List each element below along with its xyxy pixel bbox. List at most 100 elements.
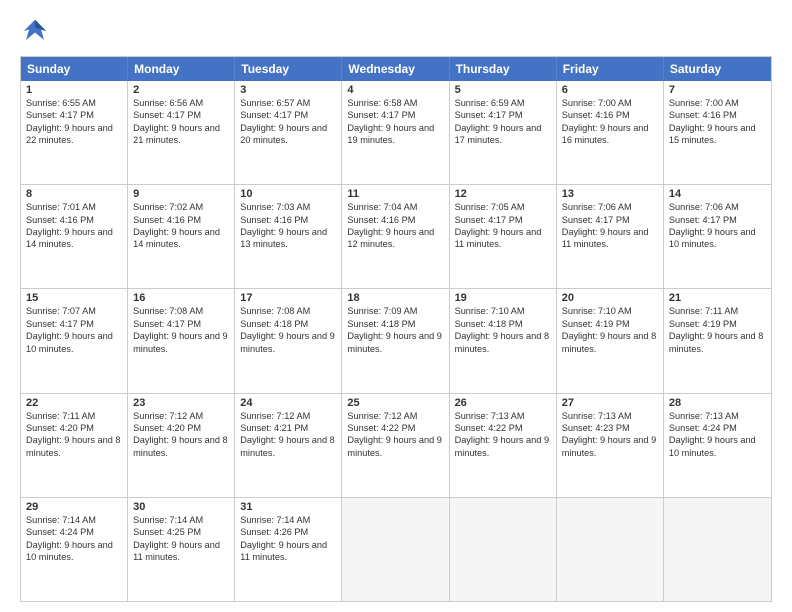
day-info: Sunrise: 7:06 AM Sunset: 4:17 PM Dayligh… <box>669 201 766 251</box>
day-cell-8: 8 Sunrise: 7:01 AM Sunset: 4:16 PM Dayli… <box>21 185 128 288</box>
calendar-body: 1 Sunrise: 6:55 AM Sunset: 4:17 PM Dayli… <box>21 81 771 601</box>
day-cell-2: 2 Sunrise: 6:56 AM Sunset: 4:17 PM Dayli… <box>128 81 235 184</box>
day-info: Sunrise: 6:57 AM Sunset: 4:17 PM Dayligh… <box>240 97 336 147</box>
day-cell-26: 26 Sunrise: 7:13 AM Sunset: 4:22 PM Dayl… <box>450 394 557 497</box>
day-info: Sunrise: 7:08 AM Sunset: 4:17 PM Dayligh… <box>133 305 229 355</box>
day-number: 12 <box>455 188 551 200</box>
week-row-4: 29 Sunrise: 7:14 AM Sunset: 4:24 PM Dayl… <box>21 497 771 601</box>
day-cell-19: 19 Sunrise: 7:10 AM Sunset: 4:18 PM Dayl… <box>450 289 557 392</box>
day-cell-20: 20 Sunrise: 7:10 AM Sunset: 4:19 PM Dayl… <box>557 289 664 392</box>
day-number: 2 <box>133 84 229 96</box>
day-number: 6 <box>562 84 658 96</box>
day-number: 30 <box>133 501 229 513</box>
day-cell-25: 25 Sunrise: 7:12 AM Sunset: 4:22 PM Dayl… <box>342 394 449 497</box>
day-number: 27 <box>562 397 658 409</box>
day-number: 16 <box>133 292 229 304</box>
day-cell-14: 14 Sunrise: 7:06 AM Sunset: 4:17 PM Dayl… <box>664 185 771 288</box>
day-header-tuesday: Tuesday <box>235 57 342 81</box>
day-cell-30: 30 Sunrise: 7:14 AM Sunset: 4:25 PM Dayl… <box>128 498 235 601</box>
day-header-friday: Friday <box>557 57 664 81</box>
day-cell-10: 10 Sunrise: 7:03 AM Sunset: 4:16 PM Dayl… <box>235 185 342 288</box>
day-info: Sunrise: 7:01 AM Sunset: 4:16 PM Dayligh… <box>26 201 122 251</box>
day-number: 19 <box>455 292 551 304</box>
day-info: Sunrise: 7:04 AM Sunset: 4:16 PM Dayligh… <box>347 201 443 251</box>
day-cell-23: 23 Sunrise: 7:12 AM Sunset: 4:20 PM Dayl… <box>128 394 235 497</box>
day-info: Sunrise: 7:14 AM Sunset: 4:24 PM Dayligh… <box>26 514 122 564</box>
day-cell-6: 6 Sunrise: 7:00 AM Sunset: 4:16 PM Dayli… <box>557 81 664 184</box>
empty-cell <box>557 498 664 601</box>
day-info: Sunrise: 7:06 AM Sunset: 4:17 PM Dayligh… <box>562 201 658 251</box>
day-header-sunday: Sunday <box>21 57 128 81</box>
day-info: Sunrise: 7:14 AM Sunset: 4:26 PM Dayligh… <box>240 514 336 564</box>
day-info: Sunrise: 7:10 AM Sunset: 4:19 PM Dayligh… <box>562 305 658 355</box>
day-info: Sunrise: 7:13 AM Sunset: 4:23 PM Dayligh… <box>562 410 658 460</box>
day-cell-4: 4 Sunrise: 6:58 AM Sunset: 4:17 PM Dayli… <box>342 81 449 184</box>
day-cell-29: 29 Sunrise: 7:14 AM Sunset: 4:24 PM Dayl… <box>21 498 128 601</box>
day-cell-7: 7 Sunrise: 7:00 AM Sunset: 4:16 PM Dayli… <box>664 81 771 184</box>
day-info: Sunrise: 7:11 AM Sunset: 4:20 PM Dayligh… <box>26 410 122 460</box>
day-number: 3 <box>240 84 336 96</box>
empty-cell <box>664 498 771 601</box>
day-info: Sunrise: 6:58 AM Sunset: 4:17 PM Dayligh… <box>347 97 443 147</box>
day-header-saturday: Saturday <box>664 57 771 81</box>
day-number: 4 <box>347 84 443 96</box>
day-number: 10 <box>240 188 336 200</box>
day-number: 7 <box>669 84 766 96</box>
day-number: 11 <box>347 188 443 200</box>
day-number: 28 <box>669 397 766 409</box>
day-info: Sunrise: 6:55 AM Sunset: 4:17 PM Dayligh… <box>26 97 122 147</box>
day-number: 15 <box>26 292 122 304</box>
day-cell-9: 9 Sunrise: 7:02 AM Sunset: 4:16 PM Dayli… <box>128 185 235 288</box>
day-number: 26 <box>455 397 551 409</box>
day-number: 17 <box>240 292 336 304</box>
week-row-0: 1 Sunrise: 6:55 AM Sunset: 4:17 PM Dayli… <box>21 81 771 184</box>
day-info: Sunrise: 7:12 AM Sunset: 4:20 PM Dayligh… <box>133 410 229 460</box>
day-info: Sunrise: 7:02 AM Sunset: 4:16 PM Dayligh… <box>133 201 229 251</box>
day-info: Sunrise: 7:00 AM Sunset: 4:16 PM Dayligh… <box>669 97 766 147</box>
day-number: 23 <box>133 397 229 409</box>
day-info: Sunrise: 7:09 AM Sunset: 4:18 PM Dayligh… <box>347 305 443 355</box>
week-row-2: 15 Sunrise: 7:07 AM Sunset: 4:17 PM Dayl… <box>21 288 771 392</box>
day-cell-22: 22 Sunrise: 7:11 AM Sunset: 4:20 PM Dayl… <box>21 394 128 497</box>
day-number: 22 <box>26 397 122 409</box>
day-cell-31: 31 Sunrise: 7:14 AM Sunset: 4:26 PM Dayl… <box>235 498 342 601</box>
day-number: 8 <box>26 188 122 200</box>
day-number: 31 <box>240 501 336 513</box>
week-row-3: 22 Sunrise: 7:11 AM Sunset: 4:20 PM Dayl… <box>21 393 771 497</box>
empty-cell <box>342 498 449 601</box>
logo-icon <box>20 16 50 46</box>
day-cell-1: 1 Sunrise: 6:55 AM Sunset: 4:17 PM Dayli… <box>21 81 128 184</box>
day-number: 29 <box>26 501 122 513</box>
day-info: Sunrise: 7:10 AM Sunset: 4:18 PM Dayligh… <box>455 305 551 355</box>
day-info: Sunrise: 7:03 AM Sunset: 4:16 PM Dayligh… <box>240 201 336 251</box>
page: SundayMondayTuesdayWednesdayThursdayFrid… <box>0 0 792 612</box>
day-header-wednesday: Wednesday <box>342 57 449 81</box>
day-info: Sunrise: 7:08 AM Sunset: 4:18 PM Dayligh… <box>240 305 336 355</box>
day-number: 13 <box>562 188 658 200</box>
week-row-1: 8 Sunrise: 7:01 AM Sunset: 4:16 PM Dayli… <box>21 184 771 288</box>
calendar-header: SundayMondayTuesdayWednesdayThursdayFrid… <box>21 57 771 81</box>
day-cell-16: 16 Sunrise: 7:08 AM Sunset: 4:17 PM Dayl… <box>128 289 235 392</box>
day-cell-15: 15 Sunrise: 7:07 AM Sunset: 4:17 PM Dayl… <box>21 289 128 392</box>
day-info: Sunrise: 7:12 AM Sunset: 4:22 PM Dayligh… <box>347 410 443 460</box>
day-info: Sunrise: 7:12 AM Sunset: 4:21 PM Dayligh… <box>240 410 336 460</box>
day-info: Sunrise: 7:13 AM Sunset: 4:22 PM Dayligh… <box>455 410 551 460</box>
calendar: SundayMondayTuesdayWednesdayThursdayFrid… <box>20 56 772 602</box>
day-cell-5: 5 Sunrise: 6:59 AM Sunset: 4:17 PM Dayli… <box>450 81 557 184</box>
day-number: 9 <box>133 188 229 200</box>
day-cell-21: 21 Sunrise: 7:11 AM Sunset: 4:19 PM Dayl… <box>664 289 771 392</box>
day-cell-27: 27 Sunrise: 7:13 AM Sunset: 4:23 PM Dayl… <box>557 394 664 497</box>
day-info: Sunrise: 6:59 AM Sunset: 4:17 PM Dayligh… <box>455 97 551 147</box>
day-number: 1 <box>26 84 122 96</box>
day-number: 18 <box>347 292 443 304</box>
day-cell-24: 24 Sunrise: 7:12 AM Sunset: 4:21 PM Dayl… <box>235 394 342 497</box>
day-cell-11: 11 Sunrise: 7:04 AM Sunset: 4:16 PM Dayl… <box>342 185 449 288</box>
day-info: Sunrise: 7:14 AM Sunset: 4:25 PM Dayligh… <box>133 514 229 564</box>
day-info: Sunrise: 7:11 AM Sunset: 4:19 PM Dayligh… <box>669 305 766 355</box>
header <box>20 16 772 46</box>
day-cell-12: 12 Sunrise: 7:05 AM Sunset: 4:17 PM Dayl… <box>450 185 557 288</box>
day-header-thursday: Thursday <box>450 57 557 81</box>
day-cell-18: 18 Sunrise: 7:09 AM Sunset: 4:18 PM Dayl… <box>342 289 449 392</box>
day-number: 25 <box>347 397 443 409</box>
day-number: 14 <box>669 188 766 200</box>
